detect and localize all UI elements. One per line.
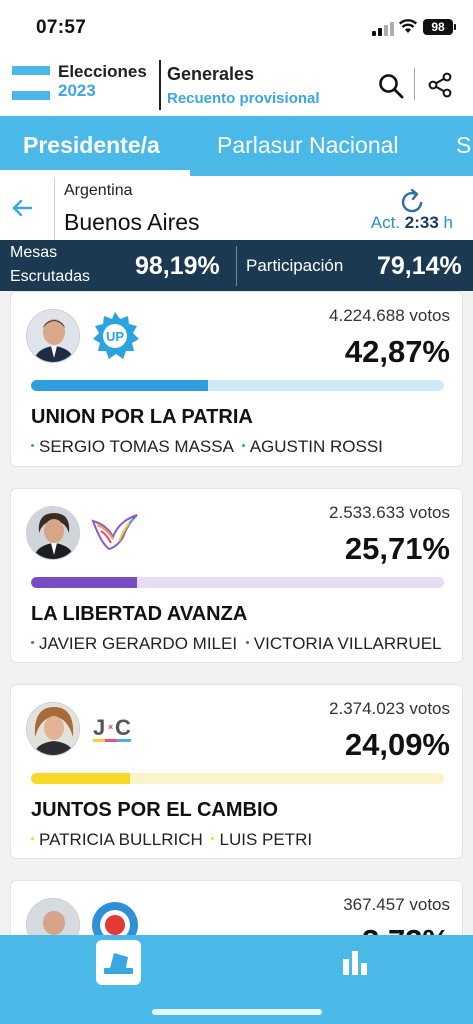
party-name: JUNTOS POR EL CAMBIO [31, 799, 279, 821]
vote-share-fill [31, 380, 209, 391]
battery-indicator: 98 [423, 19, 456, 35]
tab-parlasur-nacional[interactable]: Parlasur Nacional [217, 132, 399, 159]
candidate-avatar [26, 702, 80, 756]
bar-chart-icon[interactable] [340, 947, 370, 977]
location-province[interactable]: Buenos Aires [64, 209, 200, 236]
candidate-list: JAVIER GERARDO MILEI VICTORIA VILLARRUEL [31, 634, 442, 654]
bullet [31, 837, 34, 841]
candidate-name: LUIS PETRI [219, 830, 313, 849]
vote-share-bar [31, 773, 444, 784]
header-icon-divider [414, 68, 415, 100]
participation-value: 79,14% [377, 252, 462, 280]
vote-share-bar [31, 577, 444, 588]
candidate-name: PATRICIA BULLRICH [39, 830, 203, 849]
location-bar: Argentina Buenos Aires Act. 2:33 h [0, 176, 473, 240]
vote-share-fill [31, 773, 131, 784]
tab-next[interactable]: S [456, 132, 471, 159]
result-card[interactable]: UP 4.224.688 votos 42,87% UNION POR LA P… [10, 291, 463, 467]
bottom-nav [0, 935, 473, 1024]
candidate-name: SERGIO TOMAS MASSA [39, 437, 233, 456]
vote-share-fill [31, 577, 138, 588]
vote-count: 2.374.023 votos [329, 699, 450, 718]
search-icon[interactable] [378, 73, 404, 99]
candidate-name: AGUSTIN ROSSI [249, 437, 383, 456]
mesas-value: 98,19% [135, 252, 220, 280]
party-logo-icon: UP [93, 312, 139, 359]
candidate-name: VICTORIA VILLARRUEL [253, 634, 442, 653]
clock: 07:57 [36, 17, 87, 38]
mesas-label: Mesas [10, 244, 58, 261]
last-updated: Act. 2:33 h [370, 213, 453, 232]
party-logo-icon: J × C [93, 715, 131, 742]
result-card[interactable]: J × C 2.374.023 votos 24,09% JUNTOS POR … [10, 684, 463, 859]
status-bar: 07:57 98 [0, 0, 473, 52]
results-list: UP 4.224.688 votos 42,87% UNION POR LA P… [0, 291, 473, 935]
participation-label: Participación [246, 256, 344, 275]
flag-logo-icon [12, 66, 50, 100]
vote-percent: 42,87% [344, 334, 450, 369]
home-indicator [152, 1009, 322, 1015]
bullet [211, 837, 215, 841]
candidate-list: SERGIO TOMAS MASSA AGUSTIN ROSSI [31, 437, 383, 457]
vote-count: 2.533.633 votos [329, 503, 450, 522]
candidate-list: PATRICIA BULLRICH LUIS PETRI [31, 830, 312, 850]
bullet [31, 444, 34, 448]
wifi-icon [399, 19, 417, 33]
location-divider [54, 178, 55, 240]
category-tabs: Presidente/a Parlasur Nacional S [0, 116, 473, 176]
brand-title: Elecciones [58, 62, 147, 81]
signal-icon [372, 22, 396, 36]
svg-text:C: C [115, 715, 131, 740]
tab-presidente[interactable]: Presidente/a [23, 132, 160, 159]
party-logo-icon [92, 902, 138, 935]
vote-percent: 24,09% [344, 727, 450, 762]
svg-text:J: J [93, 715, 105, 740]
vote-count: 367.457 votos [343, 895, 450, 914]
share-icon[interactable] [428, 72, 452, 98]
bullet [241, 444, 245, 448]
svg-text:UP: UP [106, 329, 124, 344]
refresh-icon[interactable] [399, 189, 427, 215]
vote-share-bar [31, 380, 444, 391]
app-header: Elecciones 2023 Generales Recuento provi… [0, 52, 473, 116]
stats-bar: Mesas Escrutadas 98,19% Participación 79… [0, 240, 473, 291]
location-country: Argentina [64, 182, 133, 199]
candidate-avatar [26, 506, 80, 560]
ballot-box-icon [104, 953, 133, 974]
party-name: UNION POR LA PATRIA [31, 406, 253, 428]
bullet [31, 641, 34, 645]
back-arrow-icon[interactable] [10, 196, 34, 220]
result-card[interactable]: 2.533.633 votos 25,71% LA LIBERTAD AVANZ… [10, 488, 463, 663]
vote-count: 4.224.688 votos [329, 306, 450, 325]
page-subtitle: Recuento provisional [167, 90, 320, 107]
nav-results-button[interactable] [96, 940, 141, 985]
candidate-avatar [26, 309, 80, 363]
page-title: Generales [167, 64, 255, 84]
candidate-avatar [26, 898, 80, 935]
brand-year: 2023 [58, 81, 96, 100]
candidate-name: JAVIER GERARDO MILEI [39, 634, 238, 653]
vote-percent: 3,73% [362, 923, 450, 935]
party-name: LA LIBERTAD AVANZA [31, 603, 248, 625]
svg-text:×: × [108, 722, 113, 732]
result-card[interactable]: 367.457 votos 3,73% [10, 880, 463, 935]
stats-divider [236, 246, 237, 286]
vote-percent: 25,71% [344, 531, 450, 566]
header-divider [159, 60, 161, 110]
bullet [245, 641, 249, 645]
party-logo-icon [91, 514, 138, 551]
mesas-label-2: Escrutadas [10, 268, 91, 285]
